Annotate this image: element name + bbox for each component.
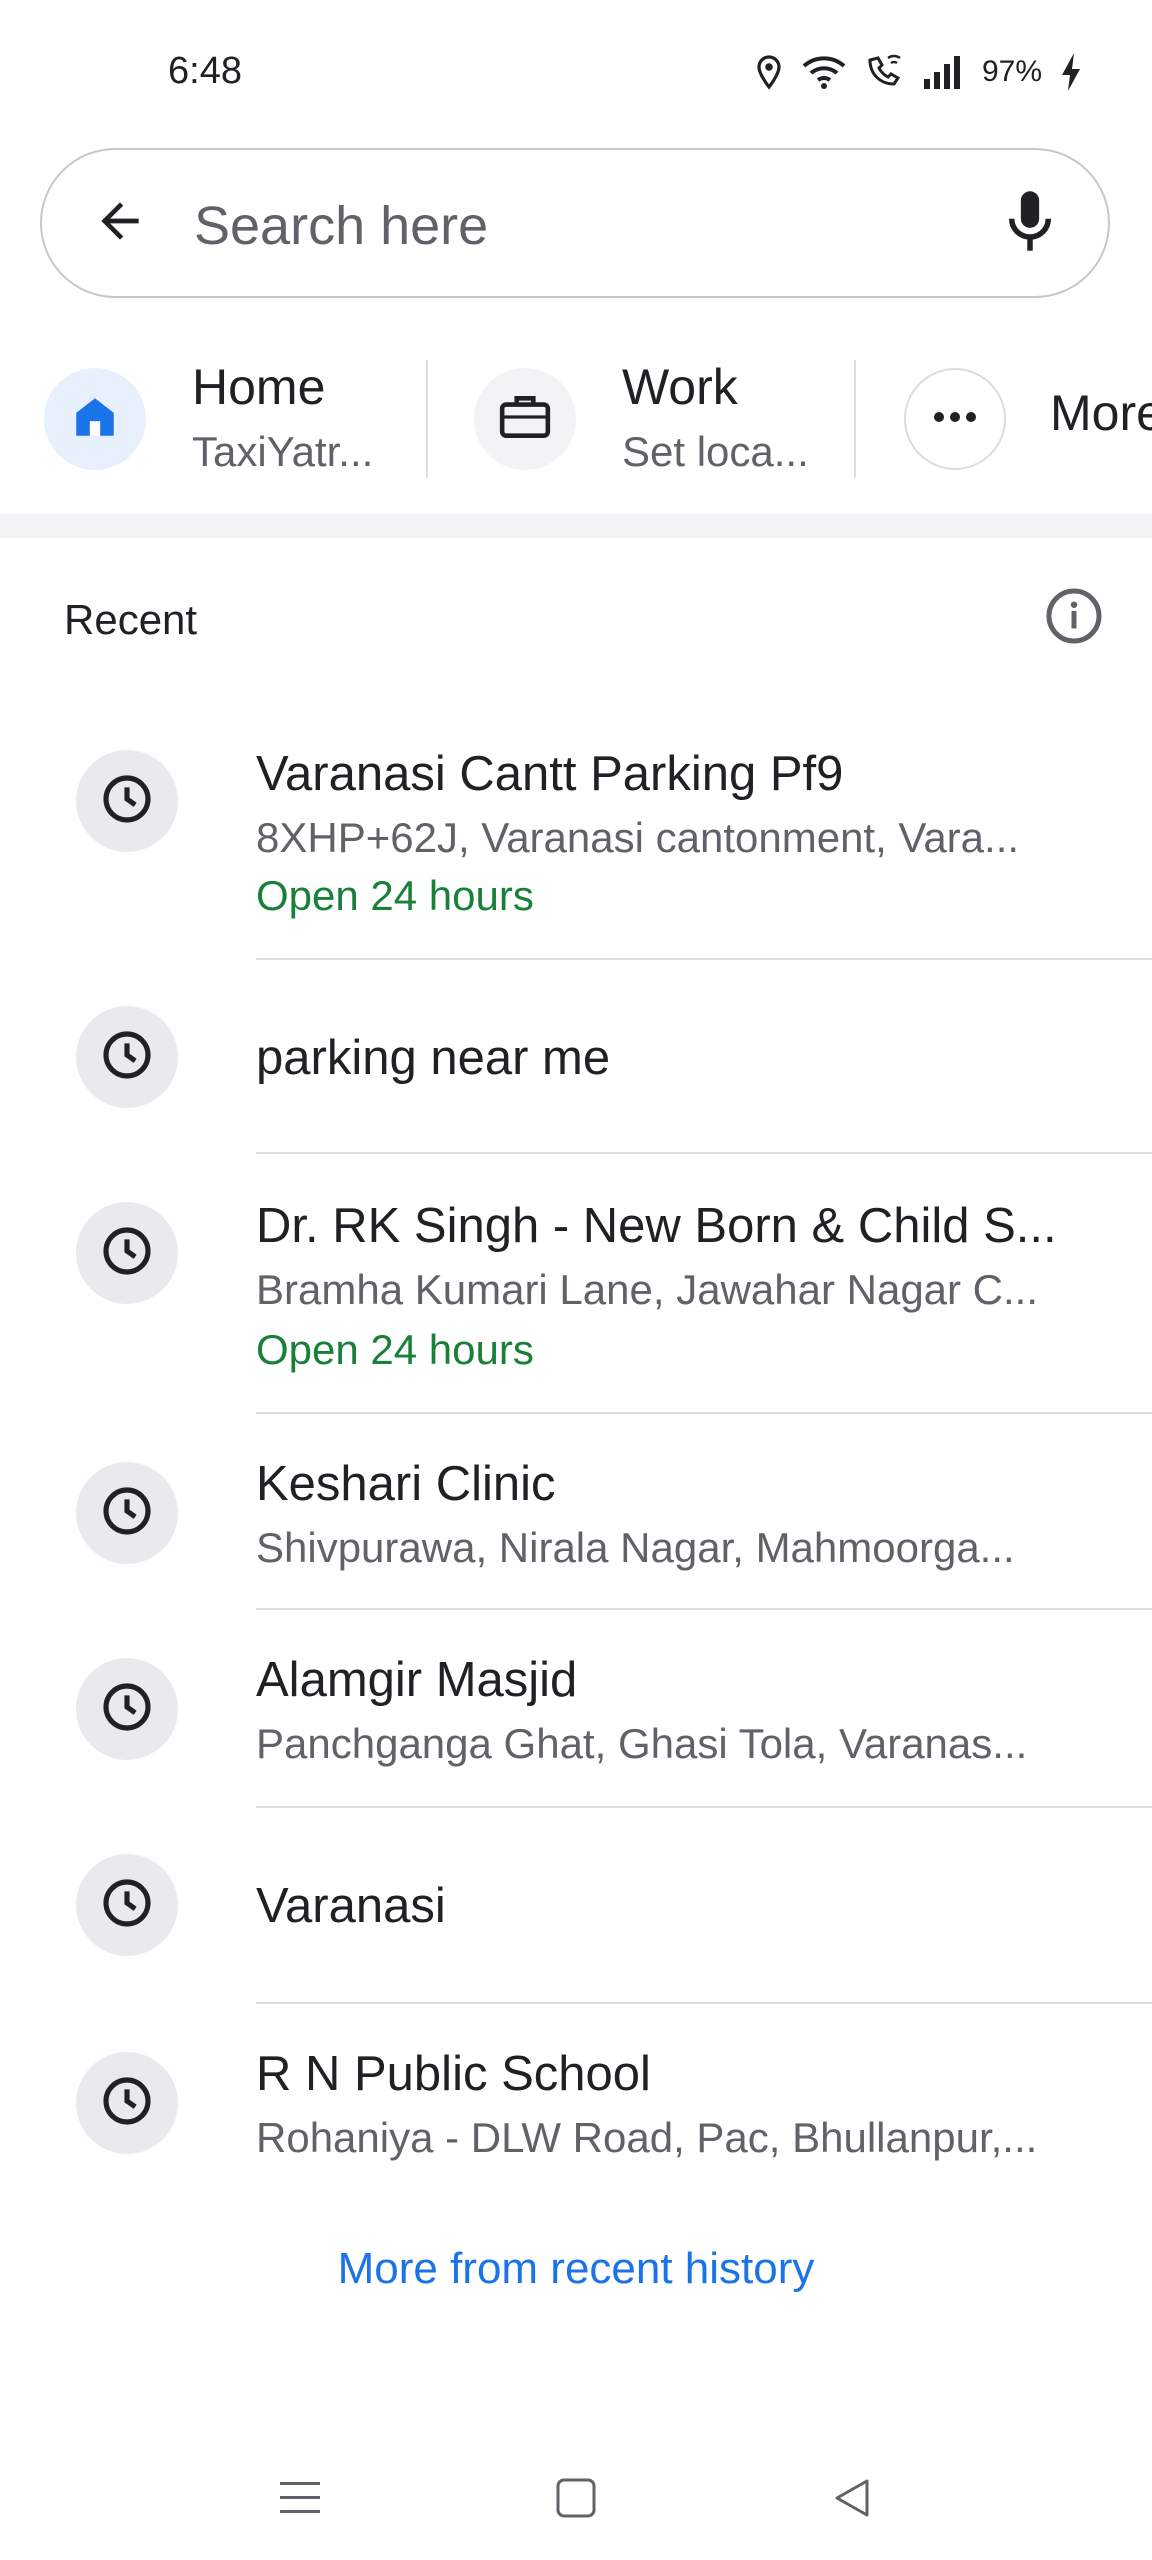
list-item[interactable]: Dr. RK Singh - New Born & Child S... Bra… bbox=[0, 1154, 1152, 1412]
wifi-calling-icon bbox=[864, 54, 904, 90]
search-bar[interactable] bbox=[40, 148, 1110, 298]
arrow-left-icon bbox=[92, 193, 148, 254]
info-icon bbox=[1044, 586, 1104, 651]
clock-icon bbox=[99, 1679, 155, 1740]
home-icon-circle bbox=[44, 368, 146, 470]
shortcut-work[interactable]: Work Set loca... bbox=[474, 350, 834, 490]
home-icon bbox=[70, 392, 120, 447]
clock-icon bbox=[99, 771, 155, 832]
item-address: Rohaniya - DLW Road, Pac, Bhullanpur,... bbox=[256, 2114, 1038, 2161]
item-title: parking near me bbox=[256, 1031, 611, 1085]
shortcut-home-title: Home bbox=[192, 359, 326, 415]
system-nav-bar bbox=[0, 2430, 1152, 2560]
item-title: Keshari Clinic bbox=[256, 1457, 556, 1511]
item-title: Varanasi Cantt Parking Pf9 bbox=[256, 747, 844, 801]
item-title: Varanasi bbox=[256, 1879, 446, 1933]
menu-lines-icon bbox=[278, 2478, 322, 2523]
list-item[interactable]: Keshari Clinic Shivpurawa, Nirala Nagar,… bbox=[0, 1414, 1152, 1610]
shortcut-more[interactable]: More bbox=[904, 350, 1152, 490]
clock-icon-circle bbox=[76, 1462, 178, 1564]
more-from-recent-history-link[interactable]: More from recent history bbox=[0, 2244, 1152, 2294]
clock-icon-circle bbox=[76, 1006, 178, 1108]
back-nav-button[interactable] bbox=[822, 2470, 882, 2530]
clock-icon bbox=[99, 1223, 155, 1284]
list-item[interactable]: Varanasi Cantt Parking Pf9 8XHP+62J, Var… bbox=[0, 730, 1152, 960]
clock-icon bbox=[99, 1875, 155, 1936]
wifi-icon bbox=[802, 54, 846, 90]
recent-apps-button[interactable] bbox=[270, 2470, 330, 2530]
info-button[interactable] bbox=[1044, 588, 1104, 648]
back-button[interactable] bbox=[82, 185, 158, 261]
clock-icon bbox=[99, 1483, 155, 1544]
clock-icon-circle bbox=[76, 1854, 178, 1956]
more-horiz-icon bbox=[930, 410, 980, 429]
charging-icon bbox=[1060, 53, 1082, 91]
status-icons: 97% bbox=[754, 48, 1082, 96]
clock-icon-circle bbox=[76, 750, 178, 852]
section-divider bbox=[0, 514, 1152, 538]
shortcut-work-title: Work bbox=[622, 359, 738, 415]
work-icon-circle bbox=[474, 368, 576, 470]
item-address: Bramha Kumari Lane, Jawahar Nagar C... bbox=[256, 1266, 1039, 1313]
item-title: R N Public School bbox=[256, 2047, 651, 2101]
clock-icon bbox=[99, 1027, 155, 1088]
recent-heading: Recent bbox=[64, 596, 198, 643]
item-title: Alamgir Masjid bbox=[256, 1653, 578, 1707]
clock-icon-circle bbox=[76, 2052, 178, 2154]
home-button[interactable] bbox=[546, 2470, 606, 2530]
shortcut-home[interactable]: Home TaxiYatr... bbox=[44, 350, 404, 490]
briefcase-icon bbox=[498, 392, 552, 447]
more-icon-circle bbox=[904, 368, 1006, 470]
square-icon bbox=[555, 2477, 597, 2524]
clock-icon bbox=[99, 2073, 155, 2134]
item-title: Dr. RK Singh - New Born & Child S... bbox=[256, 1199, 1057, 1253]
signal-icon bbox=[922, 55, 964, 89]
shortcut-divider bbox=[426, 360, 428, 478]
search-input[interactable] bbox=[192, 190, 996, 262]
item-status: Open 24 hours bbox=[256, 1326, 534, 1373]
shortcut-home-subtitle: TaxiYatr... bbox=[192, 428, 374, 475]
shortcut-more-title: More bbox=[1050, 385, 1152, 441]
status-bar: 6:48 97% bbox=[0, 0, 1152, 140]
shortcut-work-subtitle: Set loca... bbox=[622, 428, 809, 475]
shortcut-divider bbox=[854, 360, 856, 478]
status-time: 6:48 bbox=[168, 50, 242, 92]
clock-icon-circle bbox=[76, 1658, 178, 1760]
item-address: Panchganga Ghat, Ghasi Tola, Varanas... bbox=[256, 1720, 1028, 1767]
list-item[interactable]: R N Public School Rohaniya - DLW Road, P… bbox=[0, 2004, 1152, 2200]
mic-icon bbox=[1002, 189, 1058, 258]
clock-icon-circle bbox=[76, 1202, 178, 1304]
voice-search-button[interactable] bbox=[992, 185, 1068, 261]
item-address: 8XHP+62J, Varanasi cantonment, Vara... bbox=[256, 814, 1020, 861]
item-status: Open 24 hours bbox=[256, 872, 534, 919]
list-item[interactable]: Varanasi bbox=[0, 1808, 1152, 2002]
item-address: Shivpurawa, Nirala Nagar, Mahmoorga... bbox=[256, 1524, 1015, 1571]
list-item[interactable]: parking near me bbox=[0, 960, 1152, 1152]
battery-percent: 97% bbox=[981, 55, 1042, 88]
triangle-back-icon bbox=[831, 2477, 873, 2524]
shortcuts-row: Home TaxiYatr... Work Set loca... More bbox=[0, 350, 1152, 490]
location-icon bbox=[754, 54, 784, 90]
list-item[interactable]: Alamgir Masjid Panchganga Ghat, Ghasi To… bbox=[0, 1610, 1152, 1806]
